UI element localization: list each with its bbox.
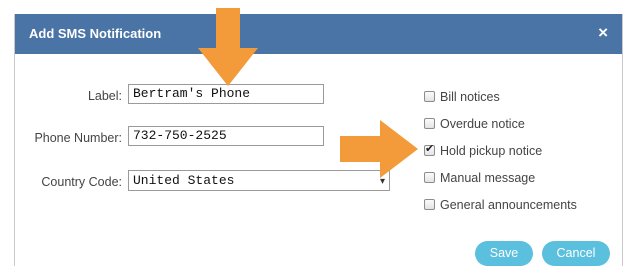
- country-code-label: Country Code:: [41, 175, 122, 189]
- label-field-label: Label:: [87, 89, 122, 103]
- checkbox-label: General announcements: [440, 198, 577, 212]
- checkbox-label: Overdue notice: [440, 117, 525, 131]
- checkbox-icon[interactable]: [424, 199, 435, 210]
- dialog-titlebar: Add SMS Notification ×: [15, 14, 622, 54]
- phone-number-input[interactable]: 732-750-2525: [128, 126, 324, 146]
- arrow-down-icon: [198, 8, 258, 86]
- country-code-value: United States: [133, 173, 235, 188]
- arrow-right-icon: [340, 120, 418, 178]
- dialog-title: Add SMS Notification: [29, 26, 162, 41]
- cancel-button[interactable]: Cancel: [542, 241, 610, 266]
- checkbox-icon[interactable]: [424, 91, 435, 102]
- checkmark-icon: ✔: [425, 142, 435, 155]
- checkbox-icon[interactable]: [424, 118, 435, 129]
- checkbox-label: Manual message: [440, 171, 536, 185]
- close-icon[interactable]: ×: [598, 23, 608, 43]
- save-button[interactable]: Save: [475, 241, 533, 266]
- checkbox-label: Hold pickup notice: [440, 144, 543, 158]
- checkbox-icon[interactable]: [424, 172, 435, 183]
- phone-number-label: Phone Number:: [34, 131, 122, 145]
- checkbox-label: Bill notices: [440, 90, 500, 104]
- checkbox-icon[interactable]: ✔: [424, 142, 435, 156]
